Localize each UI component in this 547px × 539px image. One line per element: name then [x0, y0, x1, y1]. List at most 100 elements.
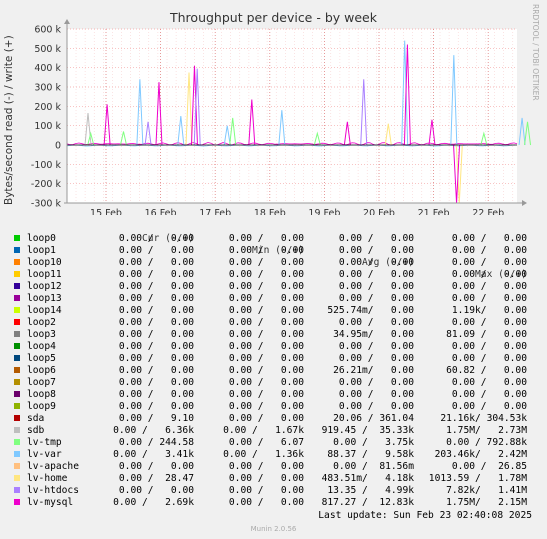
legend-max: 0.00 / 0.00	[451, 341, 527, 352]
y-tick-label: 300 k	[34, 83, 61, 94]
legend-cur: 0.00 / 0.00	[118, 245, 194, 256]
legend-cur: 0.00 / 2.69k	[113, 497, 194, 508]
legend-avg: 525.74m/ 0.00	[327, 305, 414, 316]
legend-swatch	[14, 295, 20, 301]
legend-min: 0.00 / 0.00	[228, 269, 304, 280]
legend-max: 0.00 / 26.85	[451, 461, 527, 472]
legend-swatch	[14, 463, 20, 469]
legend-avg: 13.35 / 4.99k	[327, 485, 414, 496]
legend-cur: 0.00 / 0.00	[118, 329, 194, 340]
legend-avg: 0.00 / 0.00	[338, 377, 414, 388]
legend-series-name: loop3	[27, 329, 56, 340]
legend-row: lv-tmp 0.00 / 244.58 0.00 / 6.07 0.00 / 3.7…	[12, 437, 542, 449]
x-tick-label: 21 Feb	[418, 208, 450, 215]
legend-series-name: loop12	[27, 281, 62, 292]
legend-cur: 0.00 / 0.00	[118, 269, 194, 280]
plot-area	[67, 29, 517, 203]
legend-avg: 919.45 / 35.33k	[321, 425, 414, 436]
legend-avg: 817.27 / 12.83k	[321, 497, 414, 508]
legend-min: 0.00 / 6.07	[228, 437, 304, 448]
legend-min: 0.00 / 0.00	[228, 329, 304, 340]
legend-min: 0.00 / 0.00	[228, 401, 304, 412]
legend-row: lv-apache 0.00 / 0.00 0.00 / 0.00 0.00 / 81…	[12, 461, 542, 473]
legend-max: 0.00 / 0.00	[451, 389, 527, 400]
legend-max: 21.16k/ 304.53k	[440, 413, 527, 424]
legend-min: 0.00 / 0.00	[228, 485, 304, 496]
legend-row: lv-home 0.00 / 28.47 0.00 / 0.00 483.51m/ 4…	[12, 473, 542, 485]
legend-row: loop10 0.00 / 0.00 0.00 / 0.00 0.00 / 0.00 0…	[12, 257, 542, 269]
legend-cur: 0.00 / 0.00	[118, 389, 194, 400]
legend-swatch	[14, 283, 20, 289]
legend-row: loop13 0.00 / 0.00 0.00 / 0.00 0.00 / 0.00 0…	[12, 293, 542, 305]
legend-swatch	[14, 307, 20, 313]
legend-cur: 0.00 / 0.00	[118, 353, 194, 364]
legend-swatch	[14, 319, 20, 325]
legend-max: 0.00 / 0.00	[451, 377, 527, 388]
legend-series-name: loop7	[27, 377, 56, 388]
legend-swatch	[14, 379, 20, 385]
legend-avg: 0.00 / 0.00	[338, 293, 414, 304]
legend-swatch	[14, 439, 20, 445]
legend-max: 0.00 / 0.00	[451, 233, 527, 244]
legend-series-name: loop1	[27, 245, 56, 256]
x-tick-label: 20 Feb	[363, 208, 395, 215]
legend-series-name: loop5	[27, 353, 56, 364]
x-tick-label: 22 Feb	[472, 208, 504, 215]
legend-row: loop0 0.00 / 0.00 0.00 / 0.00 0.00 / 0.00 0.…	[12, 233, 542, 245]
legend-row: loop14 0.00 / 0.00 0.00 / 0.00 525.74m/ 0.0…	[12, 305, 542, 317]
legend-swatch	[14, 403, 20, 409]
legend-min: 0.00 / 0.00	[228, 341, 304, 352]
legend-row: loop8 0.00 / 0.00 0.00 / 0.00 0.00 / 0.00 0.…	[12, 389, 542, 401]
legend-max: 0.00 / 0.00	[451, 317, 527, 328]
legend-cur: 0.00 / 0.00	[118, 233, 194, 244]
legend-swatch	[14, 415, 20, 421]
x-tick-label: 17 Feb	[199, 208, 231, 215]
legend-swatch	[14, 355, 20, 361]
legend-min: 0.00 / 0.00	[228, 365, 304, 376]
legend-row: lv-htdocs 0.00 / 0.00 0.00 / 0.00 13.35 / 4…	[12, 485, 542, 497]
legend-series-name: loop6	[27, 365, 56, 376]
legend-series-name: lv-apache	[27, 461, 79, 472]
y-tick-label: -100 k	[31, 160, 62, 171]
legend-cur: 0.00 / 0.00	[118, 293, 194, 304]
legend-swatch	[14, 343, 20, 349]
legend-min: 0.00 / 0.00	[228, 353, 304, 364]
legend-cur: 0.00 / 28.47	[118, 473, 194, 484]
legend-row: sda 0.00 / 9.10 0.00 / 0.00 20.06 / 361.04 2…	[12, 413, 542, 425]
legend-swatch	[14, 499, 20, 505]
legend-swatch	[14, 259, 20, 265]
legend-max: 7.82k/ 1.41M	[446, 485, 527, 496]
legend-series-name: loop14	[27, 305, 62, 316]
series-spike-lv-tmp	[524, 121, 532, 146]
legend-header: Cur (-/+) Min (-/+) Avg (-/+) Max (-/+)	[12, 221, 542, 280]
legend-avg: 0.00 / 3.75k	[333, 437, 414, 448]
legend-cur: 0.00 / 0.00	[118, 341, 194, 352]
y-tick-label: 0	[55, 141, 61, 152]
legend-series-name: lv-htdocs	[27, 485, 79, 496]
legend-avg: 0.00 / 0.00	[338, 269, 414, 280]
last-update: Last update: Sun Feb 23 02:40:08 2025	[318, 510, 532, 521]
legend-cur: 0.00 / 0.00	[118, 305, 194, 316]
legend-cur: 0.00 / 3.41k	[113, 449, 194, 460]
legend-min: 0.00 / 0.00	[228, 497, 304, 508]
legend-max: 0.00 / 792.88k	[446, 437, 527, 448]
legend-row: loop4 0.00 / 0.00 0.00 / 0.00 0.00 / 0.00 0.…	[12, 341, 542, 353]
legend-series-name: loop9	[27, 401, 56, 412]
x-tick-label: 19 Feb	[308, 208, 340, 215]
legend-cur: 0.00 / 244.58	[118, 437, 194, 448]
legend-row: loop2 0.00 / 0.00 0.00 / 0.00 0.00 / 0.00 0.…	[12, 317, 542, 329]
legend-max: 1013.59 / 1.78M	[428, 473, 527, 484]
legend-row: loop9 0.00 / 0.00 0.00 / 0.00 0.00 / 0.00 0.…	[12, 401, 542, 413]
legend-max: 81.09 / 0.00	[446, 329, 527, 340]
legend-cur: 0.00 / 0.00	[118, 377, 194, 388]
legend-min: 0.00 / 0.00	[228, 473, 304, 484]
legend-row: loop6 0.00 / 0.00 0.00 / 0.00 26.21m/ 0.00 6…	[12, 365, 542, 377]
legend-avg: 26.21m/ 0.00	[333, 365, 414, 376]
legend-row: lv-var 0.00 / 3.41k 0.00 / 1.36k 88.37 / 9.…	[12, 449, 542, 461]
legend-avg: 0.00 / 0.00	[338, 317, 414, 328]
legend-rows: loop0 0.00 / 0.00 0.00 / 0.00 0.00 / 0.00 0.…	[12, 233, 542, 509]
legend-max: 0.00 / 0.00	[451, 293, 527, 304]
legend-max: 0.00 / 0.00	[451, 269, 527, 280]
legend-max: 1.75M/ 2.15M	[446, 497, 527, 508]
x-tick-label: 16 Feb	[145, 208, 177, 215]
